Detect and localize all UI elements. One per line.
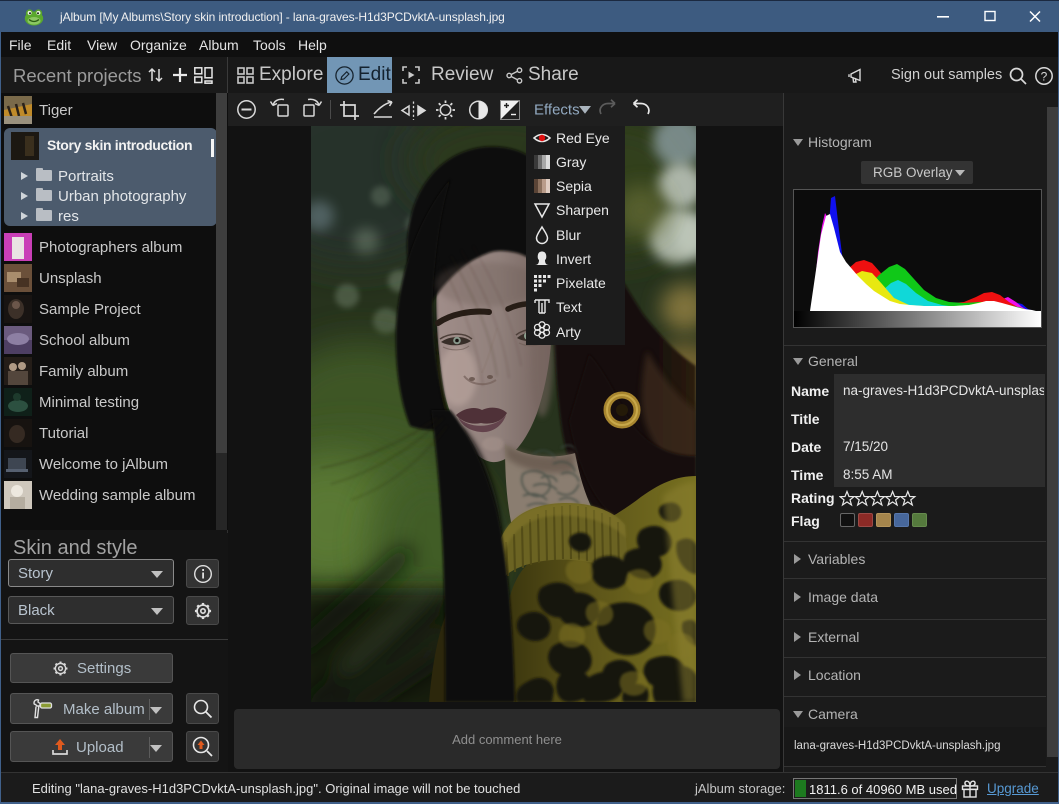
svg-text:?: ? [1041, 70, 1048, 84]
svg-text:Effects: Effects [534, 102, 580, 119]
